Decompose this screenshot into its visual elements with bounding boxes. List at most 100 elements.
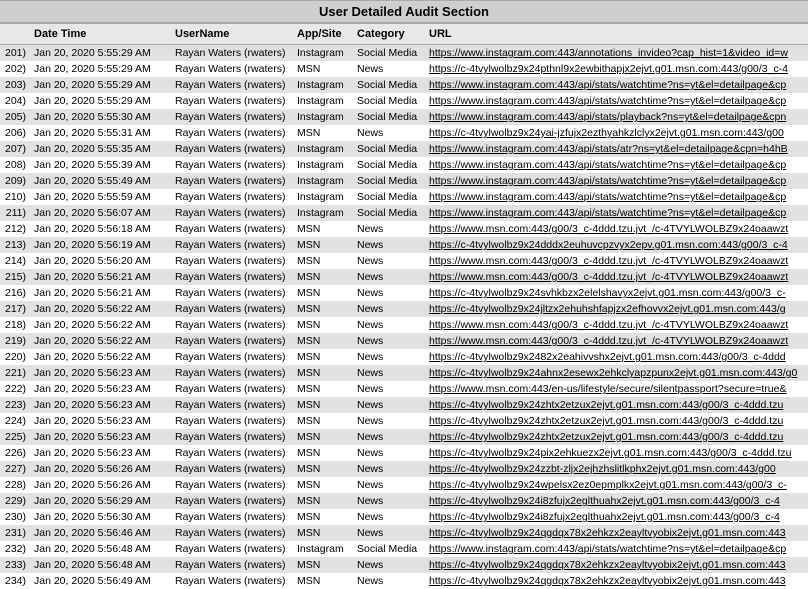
cell-url[interactable]: https://c-4tvylwolbz9x24zhtx2etzux2ejvt.… — [425, 413, 808, 429]
table-row[interactable]: 214)Jan 20, 2020 5:56:20 AMRayan Waters … — [0, 253, 808, 269]
table-row[interactable]: 207)Jan 20, 2020 5:55:35 AMRayan Waters … — [0, 141, 808, 157]
table-row[interactable]: 215)Jan 20, 2020 5:56:21 AMRayan Waters … — [0, 269, 808, 285]
cell-appsite: MSN — [293, 445, 353, 461]
cell-url[interactable]: https://www.instagram.com:443/annotation… — [425, 45, 808, 62]
cell-url[interactable]: https://www.msn.com:443/g00/3_c-4ddd.tzu… — [425, 269, 808, 285]
cell-url[interactable]: https://c-4tvylwolbz9x24qgdqx78x2ehkzx2e… — [425, 525, 808, 541]
table-row[interactable]: 208)Jan 20, 2020 5:55:39 AMRayan Waters … — [0, 157, 808, 173]
col-datetime[interactable]: Date Time — [30, 24, 171, 45]
cell-username: Rayan Waters (rwaters) — [171, 493, 293, 509]
cell-url[interactable]: https://www.instagram.com:443/api/stats/… — [425, 541, 808, 557]
cell-category: Social Media — [353, 541, 425, 557]
table-row[interactable]: 203)Jan 20, 2020 5:55:29 AMRayan Waters … — [0, 77, 808, 93]
cell-url[interactable]: https://www.instagram.com:443/api/stats/… — [425, 205, 808, 221]
table-row[interactable]: 202)Jan 20, 2020 5:55:29 AMRayan Waters … — [0, 61, 808, 77]
table-row[interactable]: 227)Jan 20, 2020 5:56:26 AMRayan Waters … — [0, 461, 808, 477]
cell-url[interactable]: https://www.instagram.com:443/api/stats/… — [425, 173, 808, 189]
cell-datetime: Jan 20, 2020 5:56:23 AM — [30, 397, 171, 413]
table-row[interactable]: 231)Jan 20, 2020 5:56:46 AMRayan Waters … — [0, 525, 808, 541]
cell-url[interactable]: https://c-4tvylwolbz9x24pthnl9x2ewbithap… — [425, 61, 808, 77]
cell-url[interactable]: https://c-4tvylwolbz9x24i8zfujx2eglthuah… — [425, 493, 808, 509]
cell-url[interactable]: https://c-4tvylwolbz9x24yai-jzfujx2ezthy… — [425, 125, 808, 141]
cell-url[interactable]: https://c-4tvylwolbz9x24zhtx2etzux2ejvt.… — [425, 429, 808, 445]
cell-url[interactable]: https://c-4tvylwolbz9x24qgdqx78x2ehkzx2e… — [425, 573, 808, 589]
col-index[interactable] — [0, 24, 30, 45]
cell-category: News — [353, 493, 425, 509]
table-row[interactable]: 234)Jan 20, 2020 5:56:49 AMRayan Waters … — [0, 573, 808, 589]
cell-datetime: Jan 20, 2020 5:55:49 AM — [30, 173, 171, 189]
cell-url[interactable]: https://c-4tvylwolbz9x24zzbt-zljx2ejhzhs… — [425, 461, 808, 477]
cell-category: Social Media — [353, 189, 425, 205]
cell-url[interactable]: https://c-4tvylwolbz9x24pix2ehkuezx2ejvt… — [425, 445, 808, 461]
table-row[interactable]: 218)Jan 20, 2020 5:56:22 AMRayan Waters … — [0, 317, 808, 333]
cell-category: News — [353, 525, 425, 541]
audit-table: Date Time UserName App/Site Category URL… — [0, 23, 808, 589]
cell-datetime: Jan 20, 2020 5:56:29 AM — [30, 493, 171, 509]
cell-url[interactable]: https://c-4tvylwolbz9x24i8zfujx2eglthuah… — [425, 509, 808, 525]
cell-url[interactable]: https://c-4tvylwolbz9x24svhkbzx2elelshav… — [425, 285, 808, 301]
cell-datetime: Jan 20, 2020 5:56:22 AM — [30, 333, 171, 349]
table-row[interactable]: 210)Jan 20, 2020 5:55:59 AMRayan Waters … — [0, 189, 808, 205]
table-row[interactable]: 216)Jan 20, 2020 5:56:21 AMRayan Waters … — [0, 285, 808, 301]
table-row[interactable]: 217)Jan 20, 2020 5:56:22 AMRayan Waters … — [0, 301, 808, 317]
table-row[interactable]: 201)Jan 20, 2020 5:55:29 AMRayan Waters … — [0, 45, 808, 62]
cell-username: Rayan Waters (rwaters) — [171, 445, 293, 461]
table-row[interactable]: 219)Jan 20, 2020 5:56:22 AMRayan Waters … — [0, 333, 808, 349]
cell-datetime: Jan 20, 2020 5:56:23 AM — [30, 429, 171, 445]
cell-url[interactable]: https://www.msn.com:443/en-us/lifestyle/… — [425, 381, 808, 397]
table-row[interactable]: 220)Jan 20, 2020 5:56:22 AMRayan Waters … — [0, 349, 808, 365]
col-url[interactable]: URL — [425, 24, 808, 45]
table-row[interactable]: 206)Jan 20, 2020 5:55:31 AMRayan Waters … — [0, 125, 808, 141]
cell-category: News — [353, 61, 425, 77]
table-row[interactable]: 225)Jan 20, 2020 5:56:23 AMRayan Waters … — [0, 429, 808, 445]
table-row[interactable]: 212)Jan 20, 2020 5:56:18 AMRayan Waters … — [0, 221, 808, 237]
col-username[interactable]: UserName — [171, 24, 293, 45]
row-index: 201) — [0, 45, 30, 62]
cell-datetime: Jan 20, 2020 5:56:26 AM — [30, 477, 171, 493]
cell-url[interactable]: https://c-4tvylwolbz9x24zhtx2etzux2ejvt.… — [425, 397, 808, 413]
table-row[interactable]: 224)Jan 20, 2020 5:56:23 AMRayan Waters … — [0, 413, 808, 429]
cell-datetime: Jan 20, 2020 5:55:29 AM — [30, 77, 171, 93]
cell-url[interactable]: https://c-4tvylwolbz9x24qgdqx78x2ehkzx2e… — [425, 557, 808, 573]
cell-url[interactable]: https://www.msn.com:443/g00/3_c-4ddd.tzu… — [425, 253, 808, 269]
cell-category: Social Media — [353, 141, 425, 157]
table-row[interactable]: 205)Jan 20, 2020 5:55:30 AMRayan Waters … — [0, 109, 808, 125]
cell-url[interactable]: https://www.msn.com:443/g00/3_c-4ddd.tzu… — [425, 221, 808, 237]
cell-appsite: MSN — [293, 365, 353, 381]
col-appsite[interactable]: App/Site — [293, 24, 353, 45]
cell-datetime: Jan 20, 2020 5:56:22 AM — [30, 349, 171, 365]
table-row[interactable]: 211)Jan 20, 2020 5:56:07 AMRayan Waters … — [0, 205, 808, 221]
table-row[interactable]: 228)Jan 20, 2020 5:56:26 AMRayan Waters … — [0, 477, 808, 493]
cell-username: Rayan Waters (rwaters) — [171, 77, 293, 93]
table-row[interactable]: 209)Jan 20, 2020 5:55:49 AMRayan Waters … — [0, 173, 808, 189]
cell-url[interactable]: https://www.instagram.com:443/api/stats/… — [425, 109, 808, 125]
table-row[interactable]: 223)Jan 20, 2020 5:56:23 AMRayan Waters … — [0, 397, 808, 413]
cell-url[interactable]: https://c-4tvylwolbz9x24ahnx2esewx2ehkcl… — [425, 365, 808, 381]
col-category[interactable]: Category — [353, 24, 425, 45]
cell-username: Rayan Waters (rwaters) — [171, 509, 293, 525]
table-row[interactable]: 204)Jan 20, 2020 5:55:29 AMRayan Waters … — [0, 93, 808, 109]
cell-url[interactable]: https://www.instagram.com:443/api/stats/… — [425, 93, 808, 109]
cell-url[interactable]: https://c-4tvylwolbz9x2482x2eahivvshx2ej… — [425, 349, 808, 365]
cell-url[interactable]: https://www.instagram.com:443/api/stats/… — [425, 77, 808, 93]
table-row[interactable]: 230)Jan 20, 2020 5:56:30 AMRayan Waters … — [0, 509, 808, 525]
table-row[interactable]: 232)Jan 20, 2020 5:56:48 AMRayan Waters … — [0, 541, 808, 557]
cell-url[interactable]: https://www.instagram.com:443/api/stats/… — [425, 157, 808, 173]
cell-datetime: Jan 20, 2020 5:56:26 AM — [30, 461, 171, 477]
cell-url[interactable]: https://www.instagram.com:443/api/stats/… — [425, 141, 808, 157]
cell-username: Rayan Waters (rwaters) — [171, 141, 293, 157]
table-row[interactable]: 213)Jan 20, 2020 5:56:19 AMRayan Waters … — [0, 237, 808, 253]
table-row[interactable]: 233)Jan 20, 2020 5:56:48 AMRayan Waters … — [0, 557, 808, 573]
cell-appsite: MSN — [293, 557, 353, 573]
cell-url[interactable]: https://www.msn.com:443/g00/3_c-4ddd.tzu… — [425, 333, 808, 349]
cell-url[interactable]: https://www.msn.com:443/g00/3_c-4ddd.tzu… — [425, 317, 808, 333]
table-row[interactable]: 222)Jan 20, 2020 5:56:23 AMRayan Waters … — [0, 381, 808, 397]
table-row[interactable]: 221)Jan 20, 2020 5:56:23 AMRayan Waters … — [0, 365, 808, 381]
cell-url[interactable]: https://www.instagram.com:443/api/stats/… — [425, 189, 808, 205]
cell-url[interactable]: https://c-4tvylwolbz9x24jltzx2ehuhshfapj… — [425, 301, 808, 317]
table-row[interactable]: 229)Jan 20, 2020 5:56:29 AMRayan Waters … — [0, 493, 808, 509]
row-index: 213) — [0, 237, 30, 253]
cell-url[interactable]: https://c-4tvylwolbz9x24wpelsx2ez0epmplk… — [425, 477, 808, 493]
cell-url[interactable]: https://c-4tvylwolbz9x24dddx2euhuvcpzvyx… — [425, 237, 808, 253]
table-row[interactable]: 226)Jan 20, 2020 5:56:23 AMRayan Waters … — [0, 445, 808, 461]
